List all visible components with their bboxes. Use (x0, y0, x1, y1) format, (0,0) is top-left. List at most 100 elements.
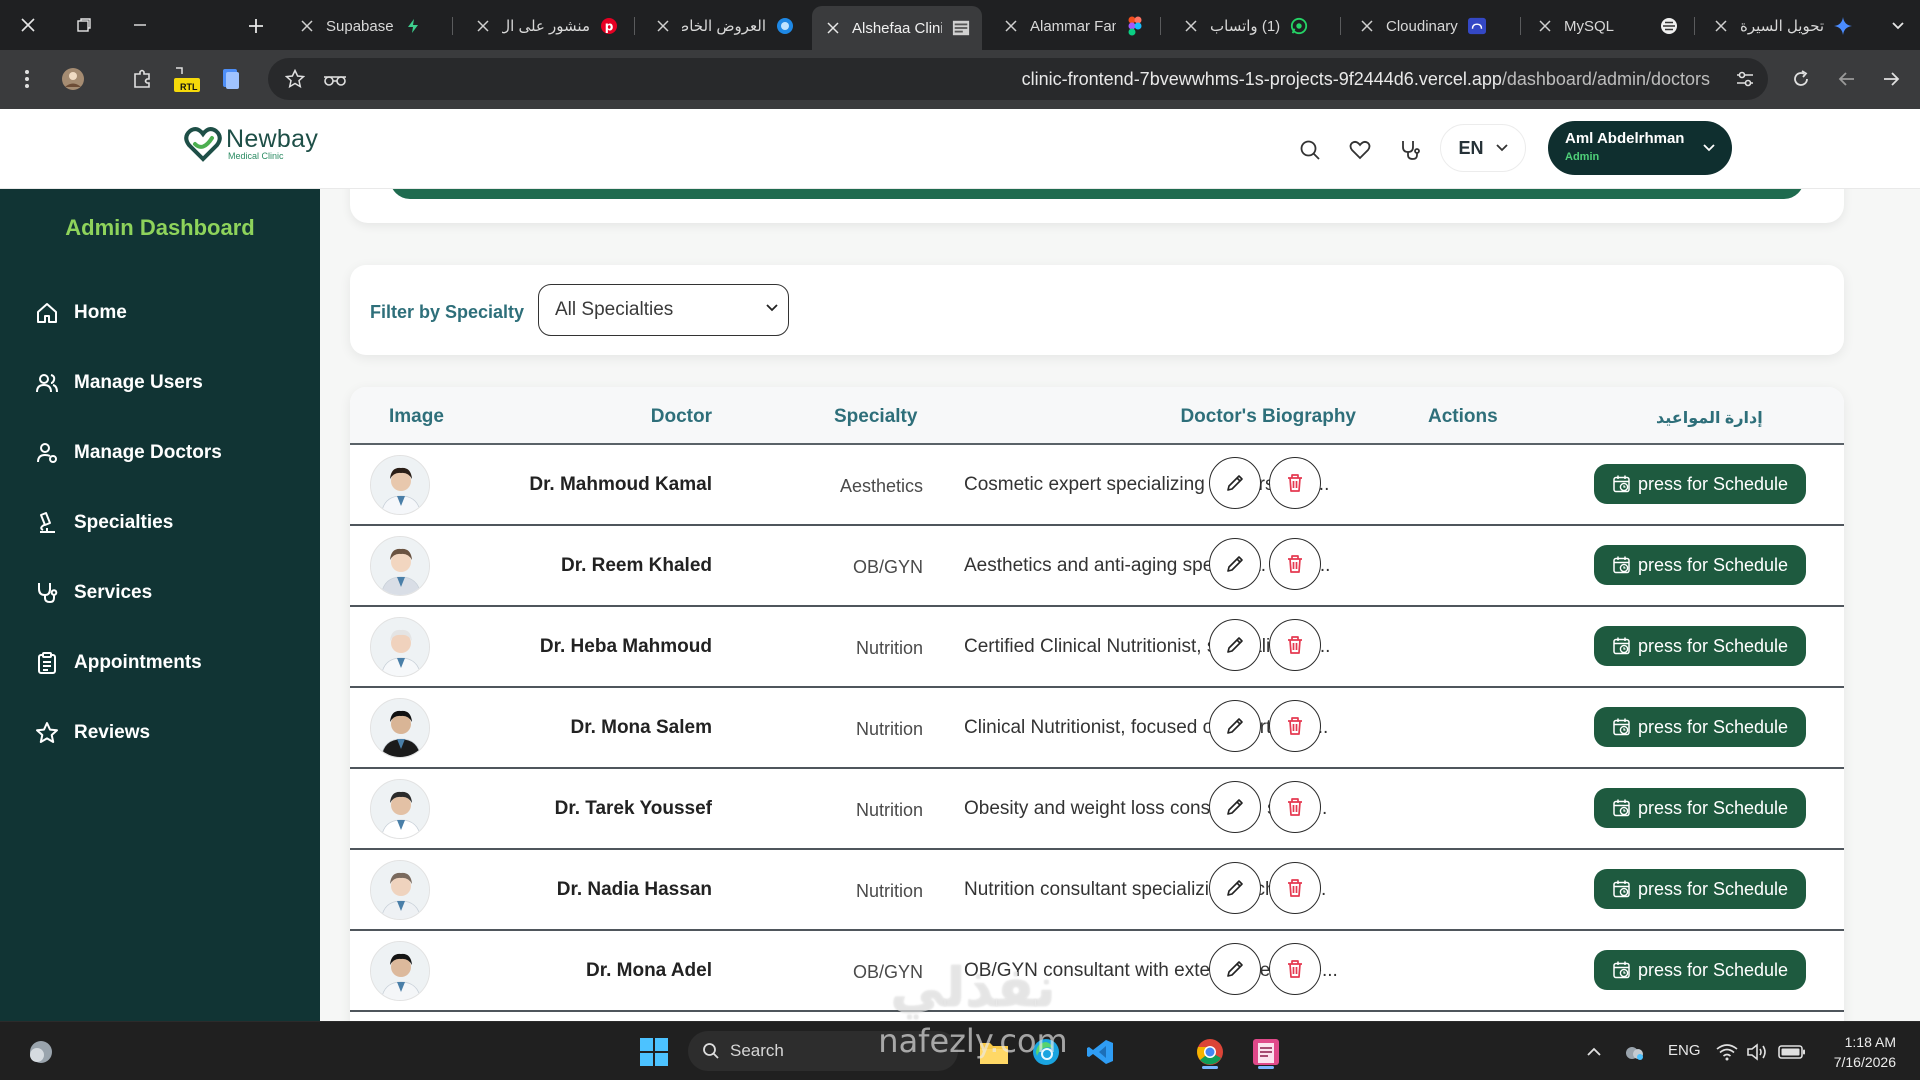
address-bar[interactable]: clinic-frontend-7bvewwhms-1s-projects-9f… (268, 58, 1768, 100)
taskbar-app-vscode[interactable] (1080, 1032, 1120, 1072)
back-button[interactable] (1830, 62, 1864, 96)
reload-button[interactable] (1784, 62, 1818, 96)
taskbar-app-edge[interactable] (1026, 1032, 1066, 1072)
tab-close-icon[interactable] (824, 19, 842, 37)
window-restore-button[interactable] (56, 0, 112, 50)
sidebar-item-services[interactable]: Services (34, 573, 294, 613)
taskbar-app-files[interactable] (974, 1032, 1014, 1072)
clock-date: 7/16/2026 (1833, 1054, 1896, 1070)
schedule-button[interactable]: press for Schedule (1594, 464, 1806, 504)
column-header-bio: Doctor's Biography (1180, 406, 1356, 427)
sidebar-item-manage-doctors[interactable]: Manage Doctors (34, 433, 294, 473)
edge-icon (1033, 1039, 1059, 1065)
profile-avatar-button[interactable] (56, 62, 90, 96)
tab-close-icon[interactable] (474, 17, 492, 35)
search-button[interactable] (1290, 130, 1330, 170)
sidebar-item-home[interactable]: Home (34, 293, 294, 333)
weather-widget[interactable] (22, 1032, 62, 1072)
delete-button[interactable] (1269, 862, 1321, 914)
schedule-button[interactable]: press for Schedule (1594, 707, 1806, 747)
browser-tab[interactable]: منشور على ال p (462, 7, 630, 45)
delete-button[interactable] (1269, 943, 1321, 995)
forward-button[interactable] (1874, 62, 1908, 96)
tab-search-button[interactable] (1876, 0, 1920, 50)
star-icon (34, 720, 60, 746)
battery-icon[interactable] (1774, 1032, 1810, 1072)
sidebar-item-appointments[interactable]: Appointments (34, 643, 294, 683)
specialties-icon (34, 510, 60, 536)
sidebar-item-reviews[interactable]: Reviews (34, 713, 294, 753)
tab-close-icon[interactable] (298, 17, 316, 35)
wifi-icon[interactable] (1712, 1032, 1742, 1072)
browser-tab[interactable]: Cloudinary (1346, 7, 1516, 45)
schedule-button[interactable]: press for Schedule (1594, 545, 1806, 585)
extensions-button[interactable] (125, 62, 159, 96)
docs-extension-button[interactable] (214, 62, 248, 96)
rtl-extension-button[interactable]: RTL (168, 62, 206, 96)
browser-tab-active[interactable]: Alshefaa Clinic (812, 6, 982, 50)
window-close-button[interactable] (0, 0, 56, 50)
sidebar-item-label: Appointments (74, 652, 202, 673)
tab-close-icon[interactable] (1358, 17, 1376, 35)
schedule-button[interactable]: press for Schedule (1594, 626, 1806, 666)
tab-close-icon[interactable] (1712, 17, 1730, 35)
tray-overflow-button[interactable] (1574, 1032, 1614, 1072)
edit-button[interactable] (1209, 619, 1261, 671)
services-button[interactable] (1390, 130, 1430, 170)
window-minimize-button[interactable] (112, 0, 168, 50)
browser-tab[interactable]: MySQL (1524, 7, 1690, 45)
edit-button[interactable] (1209, 457, 1261, 509)
top-card (350, 189, 1844, 223)
bookmark-button[interactable] (278, 62, 312, 96)
schedule-button[interactable]: press for Schedule (1594, 950, 1806, 990)
browser-tab[interactable]: Supabase (286, 7, 446, 45)
edit-button[interactable] (1209, 781, 1261, 833)
taskbar-app-chrome[interactable] (1190, 1032, 1230, 1072)
doctor-name: Dr. Tarek Youssef (554, 798, 712, 819)
tab-close-icon[interactable] (1182, 17, 1200, 35)
delete-button[interactable] (1269, 457, 1321, 509)
new-tab-button[interactable] (240, 10, 272, 42)
tab-close-icon[interactable] (1002, 17, 1020, 35)
browser-tab[interactable]: (1) واتساب (1170, 7, 1334, 45)
schedule-button[interactable]: press for Schedule (1594, 788, 1806, 828)
specialty-filter-select[interactable]: All Specialties (538, 284, 789, 336)
edit-button[interactable] (1209, 700, 1261, 752)
browser-menu-button[interactable] (10, 62, 44, 96)
volume-icon[interactable] (1742, 1032, 1772, 1072)
site-settings-button[interactable] (1728, 62, 1762, 96)
favorites-button[interactable] (1340, 130, 1380, 170)
glasses-icon (324, 76, 346, 86)
chevron-down-icon (766, 304, 778, 312)
tab-title: Cloudinary (1386, 17, 1458, 35)
delete-button[interactable] (1269, 781, 1321, 833)
user-menu[interactable]: Aml Abdelrhman Admin (1548, 121, 1732, 175)
sidebar-item-specialties[interactable]: Specialties (34, 503, 294, 543)
delete-button[interactable] (1269, 619, 1321, 671)
system-clock[interactable]: 1:18 AM 7/16/2026 (1834, 1032, 1896, 1072)
delete-button[interactable] (1269, 700, 1321, 752)
browser-tab[interactable]: تحويل السيرة (1700, 7, 1870, 45)
clinic-logo[interactable]: Newbay Medical Clinic (184, 126, 318, 162)
schedule-button[interactable]: press for Schedule (1594, 869, 1806, 909)
tray-language[interactable]: ENG (1668, 1042, 1701, 1059)
browser-tab[interactable]: العروض الخاصة (642, 7, 806, 45)
browser-tab[interactable]: Alammar Family (990, 7, 1156, 45)
edit-button[interactable] (1209, 862, 1261, 914)
taskbar-app-notes[interactable] (1246, 1032, 1286, 1072)
tab-title: Supabase (326, 17, 394, 35)
schedule-button-label: press for Schedule (1637, 797, 1789, 818)
sidebar-item-manage-users[interactable]: Manage Users (34, 363, 294, 403)
taskbar-search[interactable]: Search (688, 1031, 958, 1071)
edit-button[interactable] (1209, 538, 1261, 590)
incognito-button[interactable] (318, 62, 352, 96)
delete-button[interactable] (1269, 538, 1321, 590)
tray-onedrive-icon[interactable] (1614, 1032, 1654, 1072)
column-header-specialty: Specialty (834, 406, 918, 427)
start-button[interactable] (634, 1032, 674, 1072)
language-selector[interactable]: EN (1440, 124, 1526, 172)
tab-close-icon[interactable] (654, 17, 672, 35)
doctor-specialty: Nutrition (855, 719, 923, 739)
tab-close-icon[interactable] (1536, 17, 1554, 35)
edit-button[interactable] (1209, 943, 1261, 995)
